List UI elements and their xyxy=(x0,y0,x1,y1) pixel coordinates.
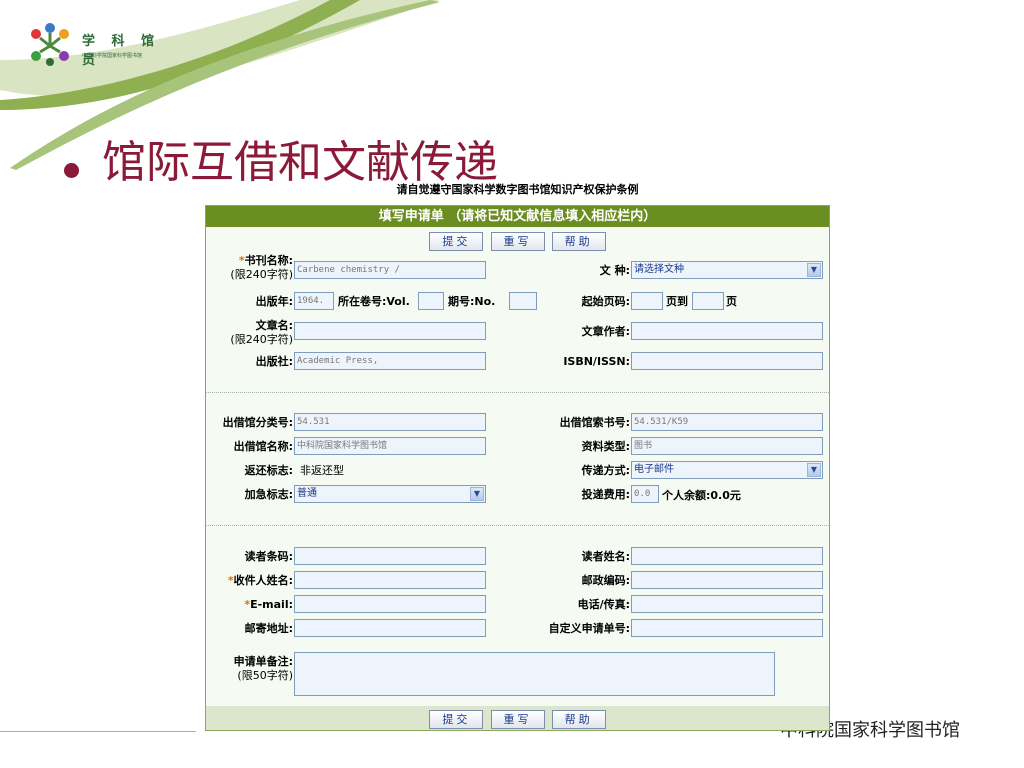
chevron-down-icon: ▼ xyxy=(807,263,821,277)
rewrite-button[interactable]: 重写 xyxy=(490,710,545,729)
address-input[interactable] xyxy=(294,619,486,637)
article-title-input[interactable] xyxy=(294,322,486,340)
fee-input[interactable]: 0.0 xyxy=(631,485,659,503)
address-label: 邮寄地址: xyxy=(244,622,293,635)
logo-name: 学 科 馆 员 xyxy=(82,34,161,68)
publisher-input[interactable]: Academic Press, xyxy=(294,352,486,370)
article-title-label: 文章名: (限240字符) xyxy=(230,319,293,346)
email-input[interactable] xyxy=(294,595,486,613)
end-page-input[interactable] xyxy=(692,292,724,310)
reader-barcode-label: 读者条码: xyxy=(244,550,293,563)
article-author-input[interactable] xyxy=(631,322,823,340)
pub-year-label: 出版年: xyxy=(255,295,293,308)
submit-button[interactable]: 提交 xyxy=(429,710,484,729)
top-button-row: 提交 重写 帮助 xyxy=(206,230,829,252)
start-page-label: 起始页码: xyxy=(581,295,630,308)
issue-input[interactable] xyxy=(509,292,537,310)
logo-subtitle: 中国科学院国家科学图书馆 xyxy=(82,53,143,59)
custom-no-label: 自定义申请单号: xyxy=(548,622,630,635)
help-button[interactable]: 帮助 xyxy=(551,710,606,729)
lending-call-label: 出借馆索书号: xyxy=(559,416,630,429)
start-page-input[interactable] xyxy=(631,292,663,310)
lending-lib-label: 出借馆名称: xyxy=(233,440,293,453)
urgency-label: 加急标志: xyxy=(244,488,293,501)
issue-label: 期号:No. xyxy=(448,295,496,308)
lending-lib-input[interactable]: 中科院国家科学图书馆 xyxy=(294,437,486,455)
bullet-icon xyxy=(64,163,79,178)
page-unit-label: 页 xyxy=(726,295,737,308)
logo-icon xyxy=(31,23,69,66)
fee-label: 投递费用: xyxy=(581,488,630,501)
custom-no-input[interactable] xyxy=(631,619,823,637)
help-button[interactable]: 帮助 xyxy=(551,232,606,251)
postcode-input[interactable] xyxy=(631,571,823,589)
bottom-button-row: 提交 重写 帮助 xyxy=(206,706,829,730)
delivery-label: 传递方式: xyxy=(581,464,630,477)
delivery-select[interactable]: 电子邮件 ▼ xyxy=(631,461,823,479)
chevron-down-icon: ▼ xyxy=(470,487,484,501)
phone-label: 电话/传真: xyxy=(577,598,630,611)
material-type-input[interactable]: 图书 xyxy=(631,437,823,455)
doc-type-label: 文 种: xyxy=(599,264,630,277)
postcode-label: 邮政编码: xyxy=(581,574,630,587)
journal-title-label: *书刊名称: (限240字符) xyxy=(230,254,293,281)
material-type-label: 资料类型: xyxy=(581,440,630,453)
remarks-textarea[interactable] xyxy=(294,652,775,696)
volume-label: 所在卷号:Vol. xyxy=(338,295,410,308)
lending-class-input[interactable]: 54.531 xyxy=(294,413,486,431)
lending-class-label: 出借馆分类号: xyxy=(222,416,293,429)
urgency-select[interactable]: 普通 ▼ xyxy=(294,485,486,503)
reader-name-label: 读者姓名: xyxy=(581,550,630,563)
logo: 学 科 馆 员 中国科学院国家科学图书馆 xyxy=(26,22,166,72)
journal-title-input[interactable]: Carbene chemistry / xyxy=(294,261,486,279)
return-flag-label: 返还标志: xyxy=(244,464,293,477)
form-header: 填写申请单 （请将已知文献信息填入相应栏内） xyxy=(206,206,829,227)
reader-barcode-input[interactable] xyxy=(294,547,486,565)
rewrite-button[interactable]: 重写 xyxy=(490,232,545,251)
isbn-input[interactable] xyxy=(631,352,823,370)
article-author-label: 文章作者: xyxy=(581,325,630,338)
publisher-label: 出版社: xyxy=(255,355,293,368)
chevron-down-icon: ▼ xyxy=(807,463,821,477)
phone-input[interactable] xyxy=(631,595,823,613)
ill-request-form: 填写申请单 （请将已知文献信息填入相应栏内） 提交 重写 帮助 *书刊名称: (限… xyxy=(205,205,830,731)
recipient-label: *收件人姓名: xyxy=(227,574,293,587)
balance-text: 个人余额:0.0元 xyxy=(662,489,741,502)
isbn-label: ISBN/ISSN: xyxy=(563,355,630,368)
section-divider xyxy=(206,525,829,526)
doc-type-select[interactable]: 请选择文种 ▼ xyxy=(631,261,823,279)
pub-year-input[interactable]: 1964. xyxy=(294,292,334,310)
page-to-label: 页到 xyxy=(666,295,688,308)
section-divider xyxy=(206,392,829,393)
volume-input[interactable] xyxy=(418,292,444,310)
submit-button[interactable]: 提交 xyxy=(429,232,484,251)
remarks-label: 申请单备注: (限50字符) xyxy=(233,655,293,682)
reader-name-input[interactable] xyxy=(631,547,823,565)
return-flag-value: 非返还型 xyxy=(300,464,344,477)
recipient-input[interactable] xyxy=(294,571,486,589)
footer-divider xyxy=(0,731,196,732)
email-label: *E-mail: xyxy=(244,598,293,611)
lending-call-input[interactable]: 54.531/K59 xyxy=(631,413,823,431)
